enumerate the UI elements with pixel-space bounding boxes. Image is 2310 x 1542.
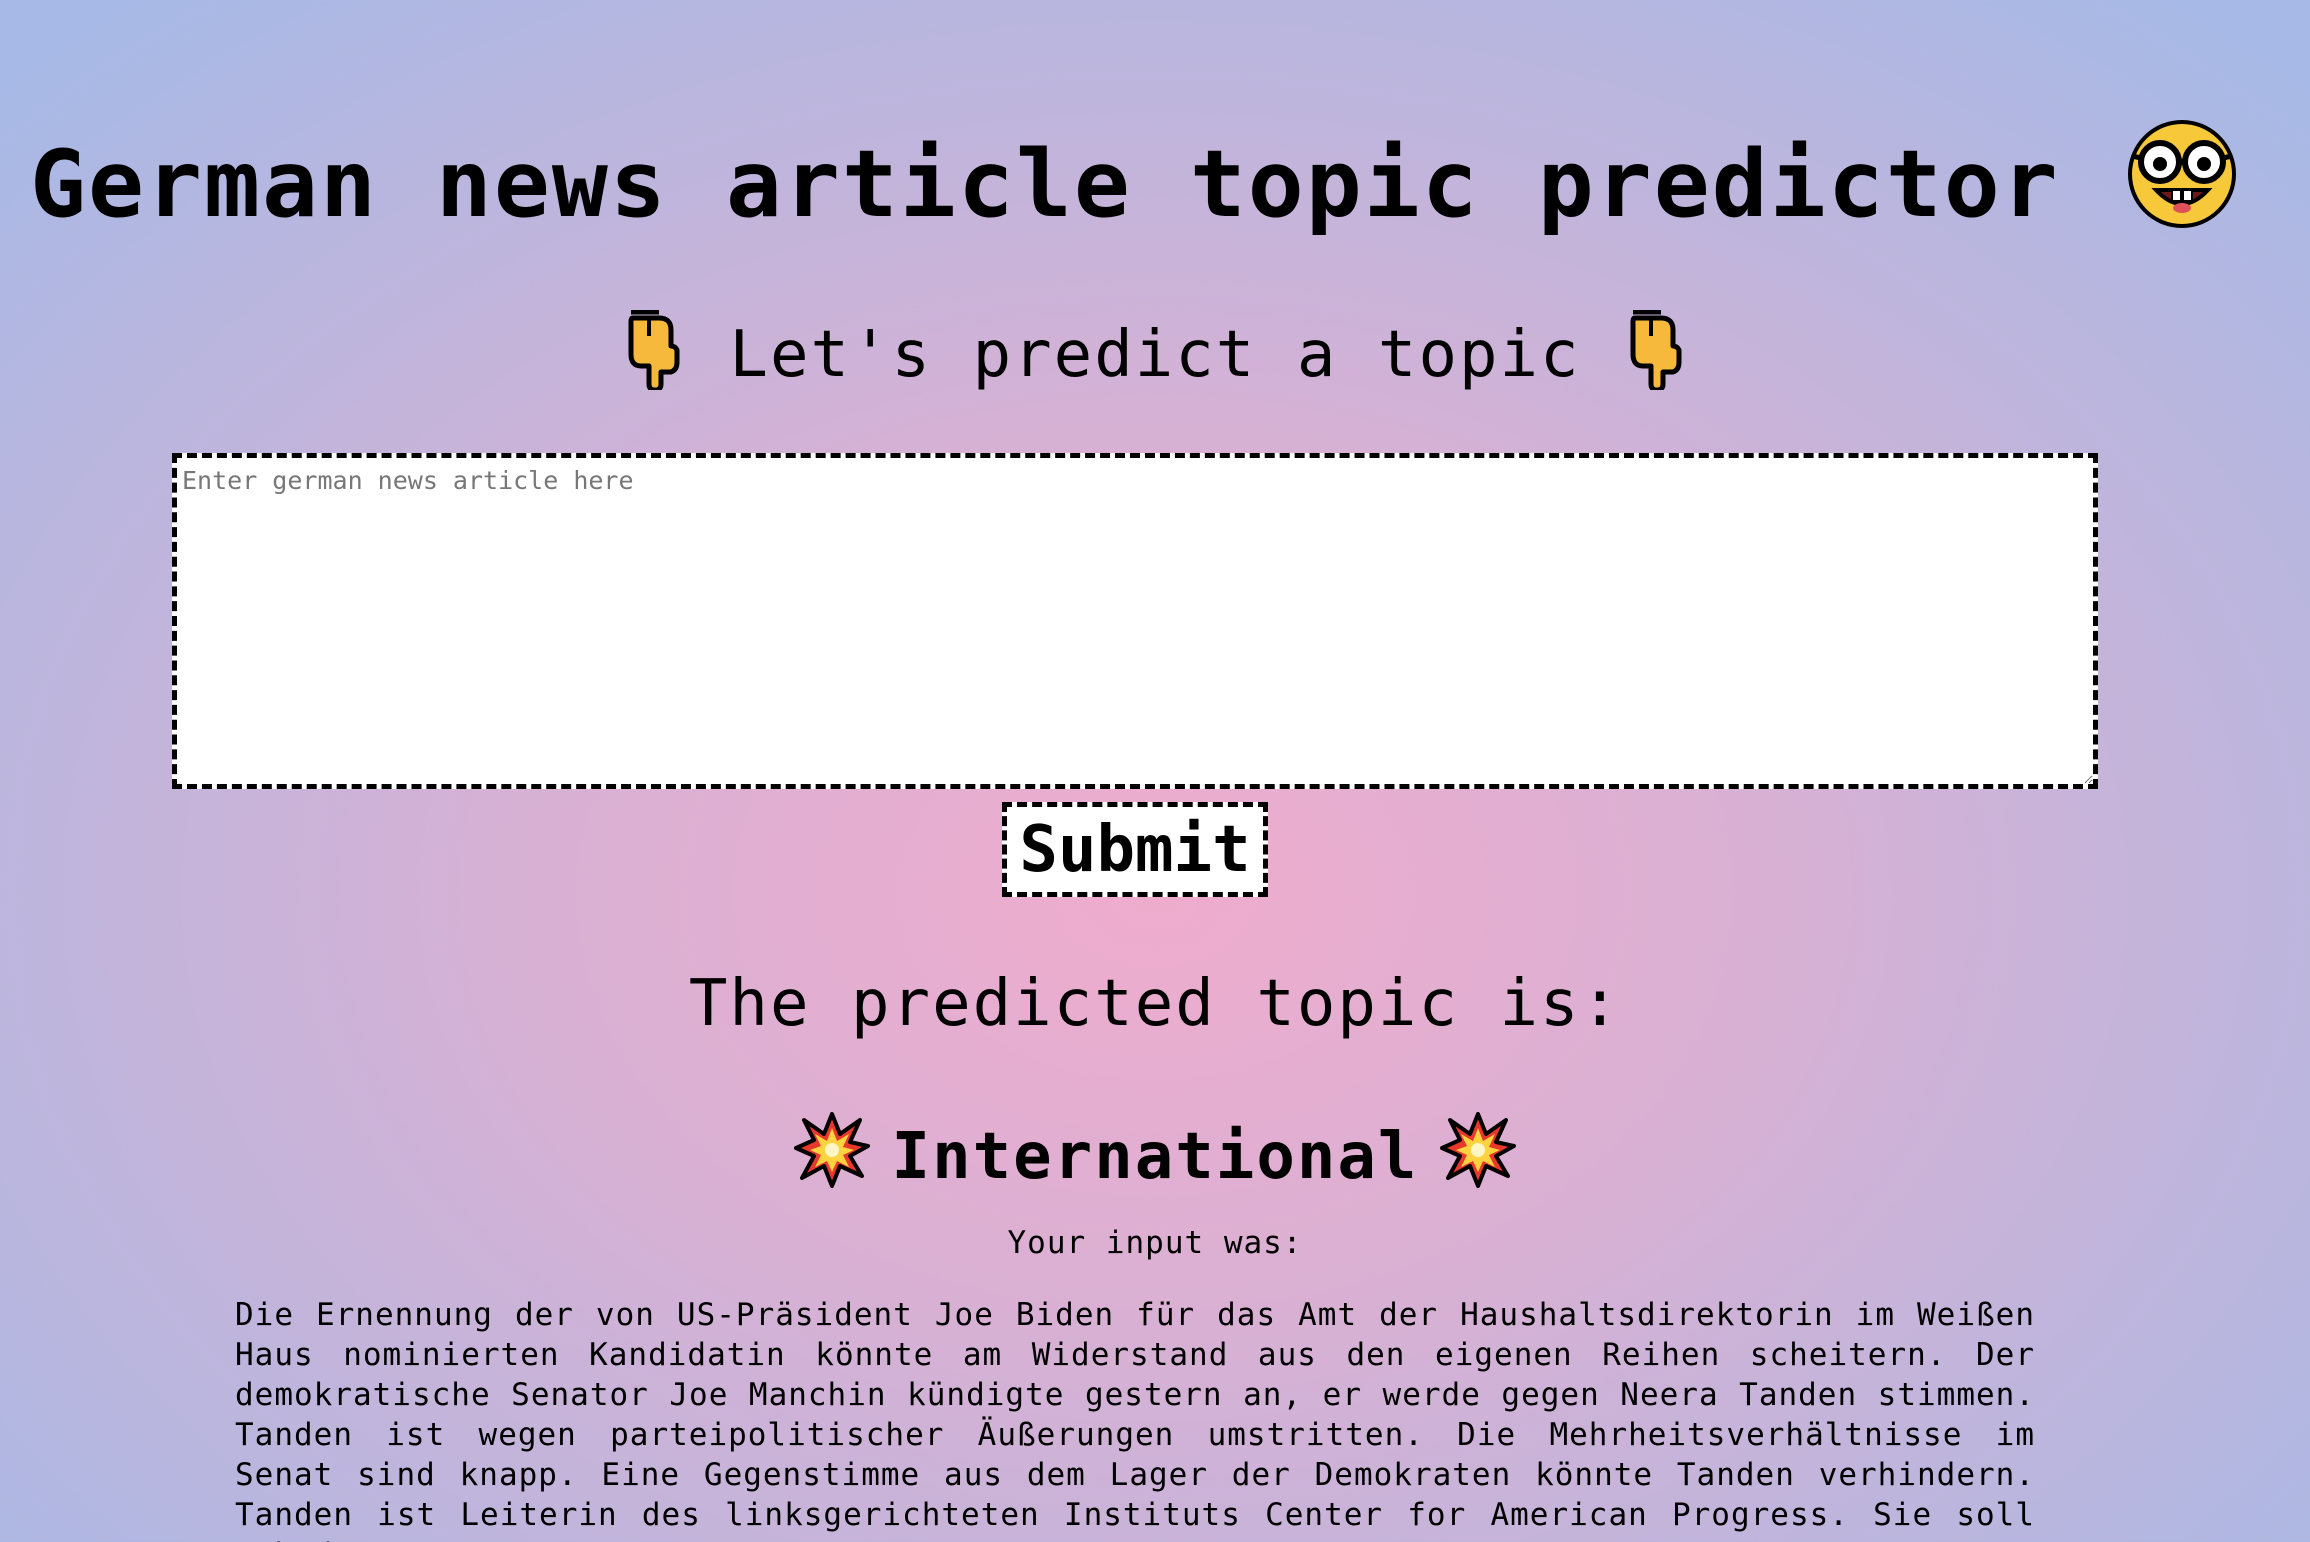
page-title: German news article topic predictor bbox=[30, 118, 2238, 231]
prompt-text: Let's predict a topic bbox=[729, 318, 1581, 392]
input-echo-label: Your input was: bbox=[1007, 1225, 1303, 1261]
nerd-face-icon bbox=[2126, 118, 2238, 230]
collision-icon bbox=[793, 1112, 870, 1188]
submit-button[interactable]: Submit bbox=[1002, 802, 1268, 897]
input-echo-text: Die Ernennung der von US-Präsident Joe B… bbox=[235, 1297, 2035, 1542]
prompt-heading: Let's predict a topic bbox=[0, 309, 2310, 393]
predicted-topic-text: International bbox=[891, 1120, 1419, 1194]
backhand-index-pointing-down-icon bbox=[1621, 309, 1691, 393]
backhand-index-pointing-down-icon bbox=[619, 309, 689, 393]
predicted-topic: International bbox=[0, 1112, 2310, 1189]
article-input[interactable] bbox=[172, 453, 2098, 789]
prediction-label: The predicted topic is: bbox=[688, 967, 1622, 1041]
page-title-text: German news article topic predictor bbox=[30, 130, 2060, 238]
collision-icon bbox=[1440, 1112, 1517, 1188]
